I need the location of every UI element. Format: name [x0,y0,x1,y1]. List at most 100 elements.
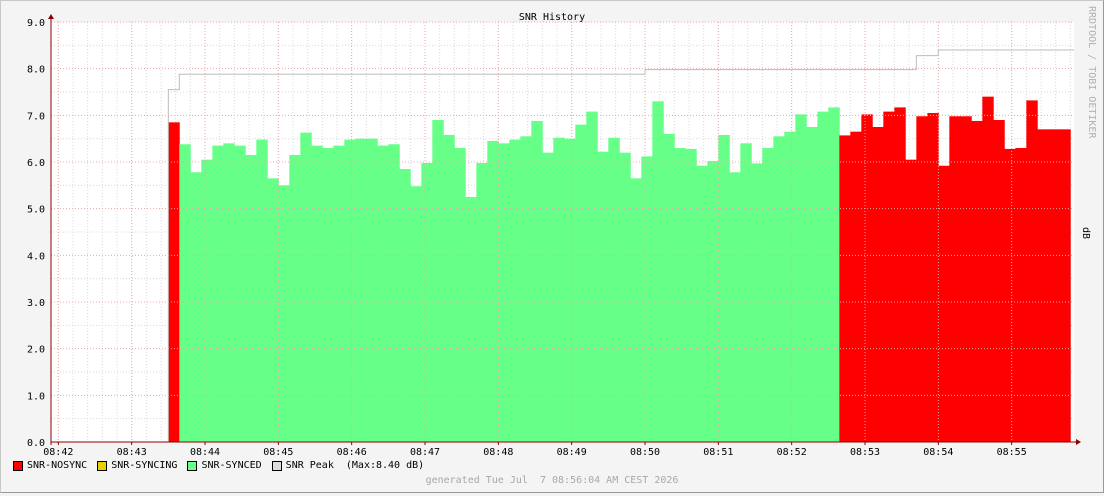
snr-bar [1026,100,1038,443]
snr-bar [652,101,664,442]
snr-bar [938,165,950,442]
snr-bar [212,145,224,442]
x-tick-label: 08:53 [850,447,880,458]
snr-bar [817,111,829,442]
snr-bar [531,120,543,442]
legend-label: SNR-SYNCING [111,460,178,471]
x-tick-label: 08:51 [703,447,733,458]
snr-bar [168,122,180,442]
snr-bar [1015,148,1027,442]
snr-bar [311,145,323,442]
snr-bar [443,134,455,442]
x-tick-label: 08:50 [630,447,660,458]
snr-bar [828,107,840,443]
snr-bar [520,136,532,443]
x-tick-label: 08:48 [483,447,513,458]
legend-item: SNR Peak (Max:8.40 dB) [271,460,425,471]
snr-bar [333,145,345,442]
y-tick-label: 9.0 [27,18,45,29]
snr-bar [289,155,301,442]
snr-bar [718,134,730,442]
snr-bar [1004,148,1016,442]
legend-label: SNR Peak (Max:8.40 dB) [285,460,425,471]
snr-bar [762,148,774,442]
y-tick-label: 2.0 [27,345,45,356]
x-tick-label: 08:49 [557,447,587,458]
x-tick-label: 08:43 [117,447,147,458]
snr-bar [894,107,906,443]
snr-bar [608,137,620,442]
snr-bar [564,138,576,442]
snr-bar [641,156,653,442]
y-tick-label: 7.0 [27,111,45,122]
legend-swatch [97,460,108,471]
snr-bar [179,144,191,442]
snr-bar [278,185,290,443]
snr-bar [729,172,741,442]
snr-chart: SNR History RRDTOOL / TOBI OETIKER dB 0.… [27,6,1097,458]
snr-bar [773,136,785,443]
x-tick-label: 08:46 [337,447,367,458]
snr-bar [630,178,642,443]
snr-bar [575,124,587,443]
snr-bar [982,96,994,443]
snr-bar [322,148,334,442]
snr-bar [740,143,752,443]
snr-bar [751,163,763,442]
graph-frame: SNR History RRDTOOL / TOBI OETIKER dB 0.… [0,0,1104,493]
x-tick-label: 08:52 [777,447,807,458]
y-tick-label: 5.0 [27,205,45,216]
x-tick-label: 08:47 [410,447,440,458]
snr-bar [509,139,521,442]
snr-bar [553,137,565,442]
y-axis-label: dB [1080,227,1091,239]
watermark-text: RRDTOOL / TOBI OETIKER [1086,6,1097,139]
snr-bar [377,145,389,442]
y-tick-label: 3.0 [27,298,45,309]
snr-bar [795,114,807,443]
y-tick-label: 8.0 [27,65,45,76]
snr-bar [619,152,631,442]
legend: SNR-NOSYNC SNR-SYNCING SNR-SYNCED SNR Peak … [13,460,434,471]
snr-bar [432,120,444,442]
snr-bar [949,116,961,443]
snr-bar [586,111,598,442]
snr-bar [806,127,818,442]
snr-bar [388,144,400,442]
snr-bar [267,178,279,443]
chart-title: SNR History [519,12,585,23]
snr-bar [597,151,609,442]
snr-bar [190,172,202,442]
snr-bar [685,148,697,442]
x-tick-label: 08:45 [263,447,293,458]
snr-bar [905,159,917,442]
legend-swatch [271,460,282,471]
snr-bar [234,145,246,442]
legend-label: SNR-NOSYNC [27,460,88,471]
y-tick-label: 4.0 [27,251,45,262]
snr-bar [916,116,928,443]
snr-bar [256,139,268,442]
snr-bar [454,148,466,442]
snr-bar [674,148,686,442]
x-tick-label: 08:44 [190,447,220,458]
snr-bar [861,114,873,443]
snr-bar [355,138,367,442]
x-axis-arrow [1076,439,1081,445]
snr-bar [344,139,356,442]
snr-bar [223,143,235,443]
snr-bar [465,197,477,442]
snr-bar [410,186,422,442]
y-axis-arrow [48,14,54,19]
legend-item: SNR-SYNCING [97,460,177,471]
legend-item: SNR-SYNCED [187,460,262,471]
x-tick-label: 08:55 [997,447,1027,458]
generated-timestamp: generated Tue Jul 7 08:56:04 AM CEST 202… [425,475,679,486]
snr-bar [399,169,411,442]
legend-swatch [187,460,198,471]
legend-label: SNR-SYNCED [201,460,262,471]
snr-bar [960,116,972,443]
snr-bar [366,138,378,442]
snr-bar [201,159,213,442]
x-tick-label: 08:54 [923,447,953,458]
